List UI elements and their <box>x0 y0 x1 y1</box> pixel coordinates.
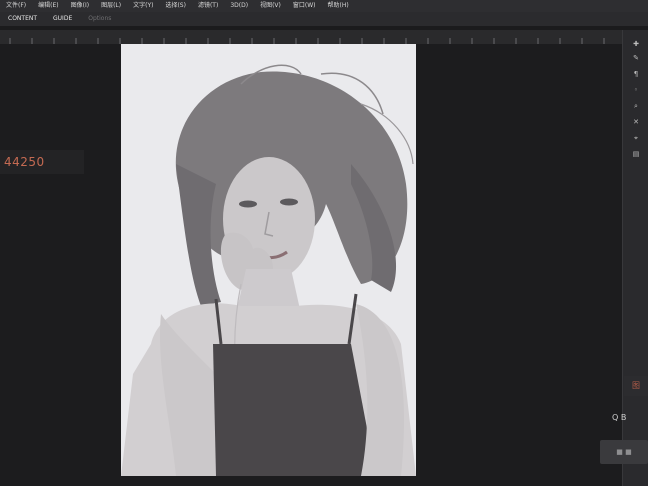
document-canvas[interactable] <box>121 44 416 476</box>
info-readout: 44250 <box>0 150 84 174</box>
crop-icon[interactable]: ⌖ <box>631 134 641 142</box>
portrait-photo <box>121 44 416 476</box>
panel-button[interactable]: ■ ■ <box>600 440 648 464</box>
ruler-ticks <box>9 38 605 44</box>
menu-item-layer[interactable]: 图层(L) <box>95 0 127 12</box>
brush-icon[interactable]: ✎ <box>631 54 641 62</box>
panel-search-tab[interactable]: Q B <box>612 408 648 428</box>
panel-tab[interactable]: 图 <box>624 376 648 396</box>
tab-options[interactable]: Options <box>80 12 119 26</box>
search-icon[interactable]: ⌕ <box>631 102 641 110</box>
menu-item-edit[interactable]: 编辑(E) <box>32 0 64 12</box>
layers-icon[interactable]: ▤ <box>631 150 641 158</box>
menu-item-select[interactable]: 选择(S) <box>159 0 192 12</box>
menu-item-filter[interactable]: 滤镜(T) <box>192 0 224 12</box>
menu-item-view[interactable]: 视图(V) <box>254 0 287 12</box>
menu-item-window[interactable]: 窗口(W) <box>287 0 322 12</box>
menu-item-image[interactable]: 图像(I) <box>65 0 95 12</box>
menu-item-file[interactable]: 文件(F) <box>0 0 32 12</box>
tab-content[interactable]: CONTENT <box>0 12 45 26</box>
horizontal-ruler <box>0 30 622 45</box>
move-icon[interactable]: ✚ <box>631 40 641 48</box>
menu-item-type[interactable]: 文字(Y) <box>127 0 159 12</box>
lasso-icon[interactable]: ◦ <box>631 86 641 94</box>
pin-icon[interactable]: ¶ <box>631 70 641 78</box>
tool-icon[interactable]: ✕ <box>631 118 641 126</box>
menu-item-help[interactable]: 帮助(H) <box>322 0 355 12</box>
menu-item-3d[interactable]: 3D(D) <box>224 0 254 12</box>
options-bar: CONTENT GUIDE Options <box>0 12 648 26</box>
tab-guide[interactable]: GUIDE <box>45 12 80 26</box>
